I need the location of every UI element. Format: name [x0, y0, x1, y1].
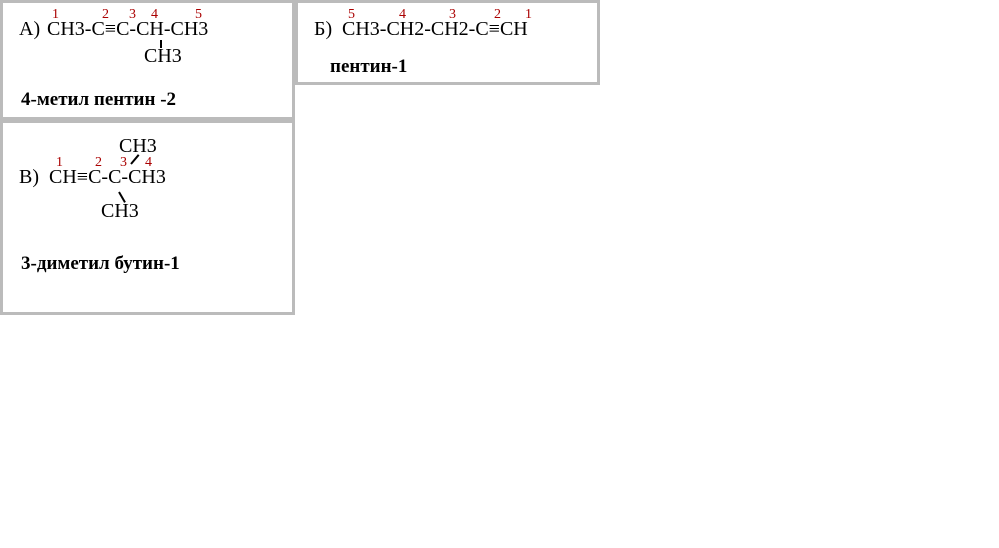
branch-c-bottom: CH3	[101, 200, 139, 223]
formula-c: CH≡C-C-CH3	[49, 166, 166, 189]
cell-b: Б) 5 4 3 2 1 CH3-CH2-CH2-C≡CH пентин-1	[295, 0, 600, 85]
formula-b: CH3-CH2-CH2-C≡CH	[342, 18, 528, 41]
cell-c: CH3 В) 1 2 3 4 CH≡C-C-CH3 CH3 3-диметил …	[0, 120, 295, 315]
cell-a: А) 1 2 3 4 5 CH3-C≡C-CH-CH3 CH3 4-метил …	[0, 0, 295, 120]
formula-a: CH3-C≡C-CH-CH3	[47, 18, 208, 41]
branch-a: CH3	[144, 45, 182, 68]
name-c: 3-диметил бутин-1	[21, 253, 180, 275]
name-b: пентин-1	[330, 56, 407, 78]
label-b: Б)	[314, 18, 332, 41]
label-c: В)	[19, 166, 39, 189]
label-a: А)	[19, 18, 40, 41]
name-a: 4-метил пентин -2	[21, 89, 176, 111]
